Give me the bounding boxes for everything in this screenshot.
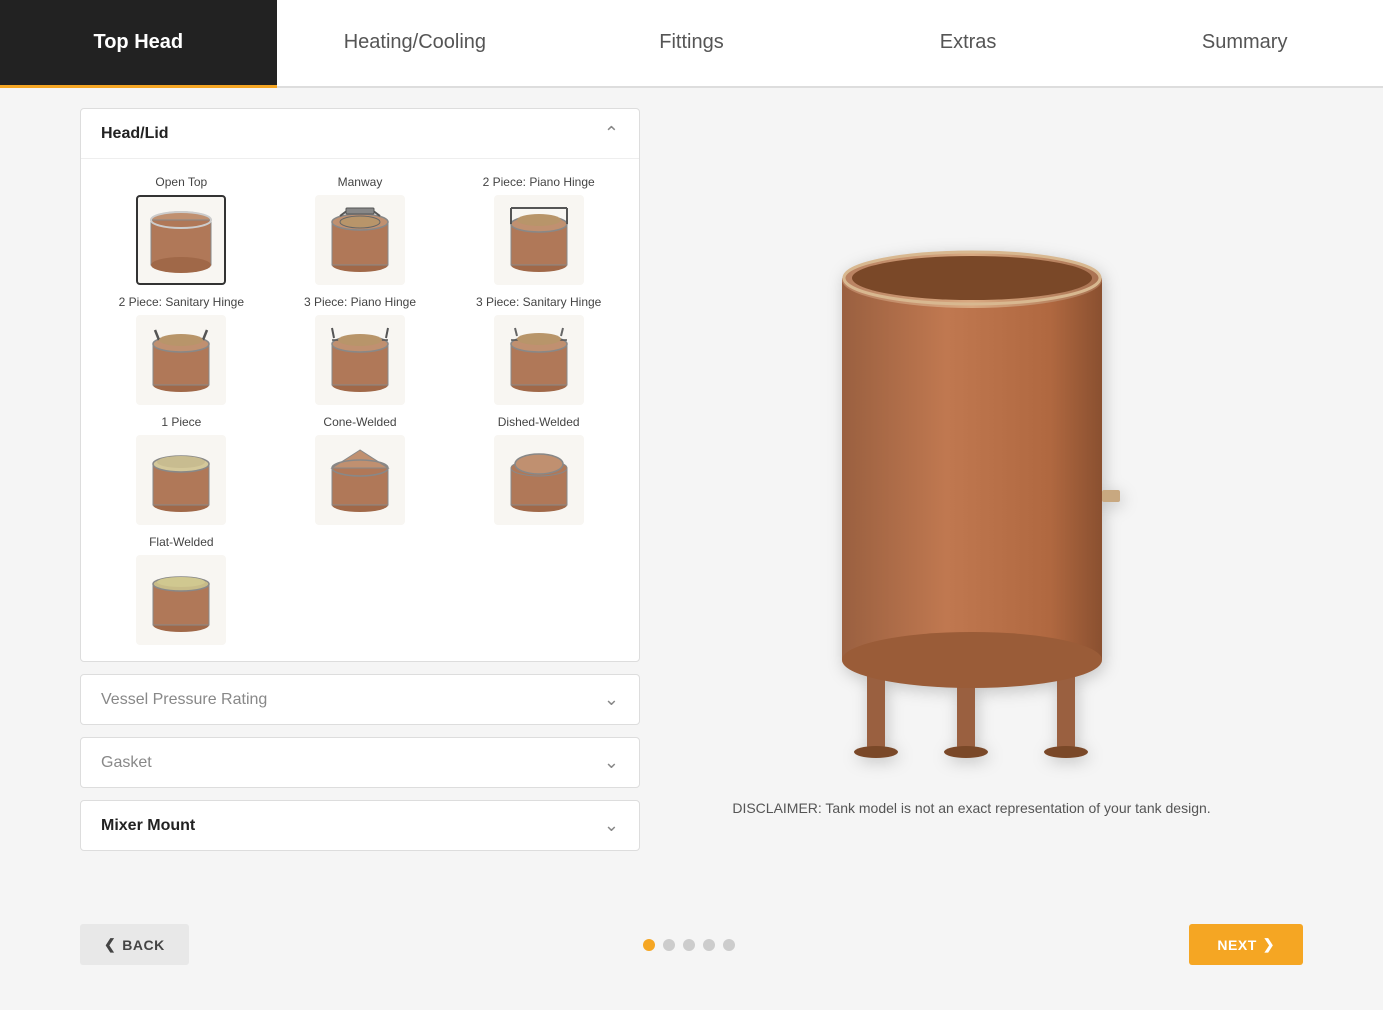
gasket-expand-icon: ⌄ xyxy=(604,752,619,773)
head-options-grid: Open Top Manway xyxy=(81,159,639,661)
tab-heating-cooling[interactable]: Heating/Cooling xyxy=(277,0,554,88)
head-img-2piece-sanitary xyxy=(136,315,226,405)
head-lid-collapse-icon: ⌃ xyxy=(604,123,619,144)
head-option-manway[interactable]: Manway xyxy=(276,175,445,285)
gasket-title: Gasket xyxy=(101,754,152,772)
tab-extras[interactable]: Extras xyxy=(830,0,1107,88)
left-panel: Head/Lid ⌃ Open Top xyxy=(80,108,640,888)
head-option-open-top[interactable]: Open Top xyxy=(97,175,266,285)
progress-dot-5 xyxy=(723,939,735,951)
head-option-3piece-piano[interactable]: 3 Piece: Piano Hinge xyxy=(276,295,445,405)
head-img-1piece xyxy=(136,435,226,525)
back-button[interactable]: ❮ BACK xyxy=(80,924,189,965)
back-chevron-icon: ❮ xyxy=(104,936,116,953)
head-option-cone-welded[interactable]: Cone-Welded xyxy=(276,415,445,525)
progress-dot-1 xyxy=(643,939,655,951)
head-option-3piece-sanitary[interactable]: 3 Piece: Sanitary Hinge xyxy=(454,295,623,405)
tab-fittings[interactable]: Fittings xyxy=(553,0,830,88)
head-img-open-top xyxy=(136,195,226,285)
vessel-pressure-expand-icon: ⌄ xyxy=(604,689,619,710)
vessel-pressure-header[interactable]: Vessel Pressure Rating ⌄ xyxy=(81,675,639,724)
gasket-header[interactable]: Gasket ⌄ xyxy=(81,738,639,787)
right-panel: DISCLAIMER: Tank model is not an exact r… xyxy=(640,108,1303,888)
mixer-mount-header[interactable]: Mixer Mount ⌄ xyxy=(81,801,639,850)
main-content: Head/Lid ⌃ Open Top xyxy=(0,88,1383,908)
mixer-mount-title: Mixer Mount xyxy=(101,817,195,835)
tank-visualization xyxy=(782,190,1162,770)
head-lid-header[interactable]: Head/Lid ⌃ xyxy=(81,109,639,159)
top-navigation: Top Head Heating/Cooling Fittings Extras… xyxy=(0,0,1383,88)
head-img-manway xyxy=(315,195,405,285)
tab-top-head[interactable]: Top Head xyxy=(0,0,277,88)
head-option-dished-welded[interactable]: Dished-Welded xyxy=(454,415,623,525)
head-img-dished-welded xyxy=(494,435,584,525)
bottom-bar: ❮ BACK NEXT ❯ xyxy=(0,908,1383,981)
mixer-mount-section: Mixer Mount ⌄ xyxy=(80,800,640,851)
head-img-3piece-piano xyxy=(315,315,405,405)
mixer-mount-expand-icon: ⌄ xyxy=(604,815,619,836)
head-option-1piece[interactable]: 1 Piece xyxy=(97,415,266,525)
progress-dot-3 xyxy=(683,939,695,951)
gasket-section: Gasket ⌄ xyxy=(80,737,640,788)
head-img-flat-welded xyxy=(136,555,226,645)
head-img-cone-welded xyxy=(315,435,405,525)
disclaimer-text: DISCLAIMER: Tank model is not an exact r… xyxy=(732,800,1210,816)
vessel-pressure-section: Vessel Pressure Rating ⌄ xyxy=(80,674,640,725)
tab-summary[interactable]: Summary xyxy=(1106,0,1383,88)
head-option-2piece-piano[interactable]: 2 Piece: Piano Hinge xyxy=(454,175,623,285)
vessel-pressure-title: Vessel Pressure Rating xyxy=(101,691,267,709)
progress-dot-4 xyxy=(703,939,715,951)
tank-canvas xyxy=(762,180,1182,780)
head-img-3piece-sanitary xyxy=(494,315,584,405)
head-option-flat-welded[interactable]: Flat-Welded xyxy=(97,535,266,645)
next-button[interactable]: NEXT ❯ xyxy=(1189,924,1303,965)
head-lid-title: Head/Lid xyxy=(101,125,169,143)
progress-dot-2 xyxy=(663,939,675,951)
head-img-2piece-piano xyxy=(494,195,584,285)
next-chevron-icon: ❯ xyxy=(1263,936,1275,953)
head-lid-section: Head/Lid ⌃ Open Top xyxy=(80,108,640,662)
head-option-2piece-sanitary[interactable]: 2 Piece: Sanitary Hinge xyxy=(97,295,266,405)
progress-dots xyxy=(643,939,735,951)
